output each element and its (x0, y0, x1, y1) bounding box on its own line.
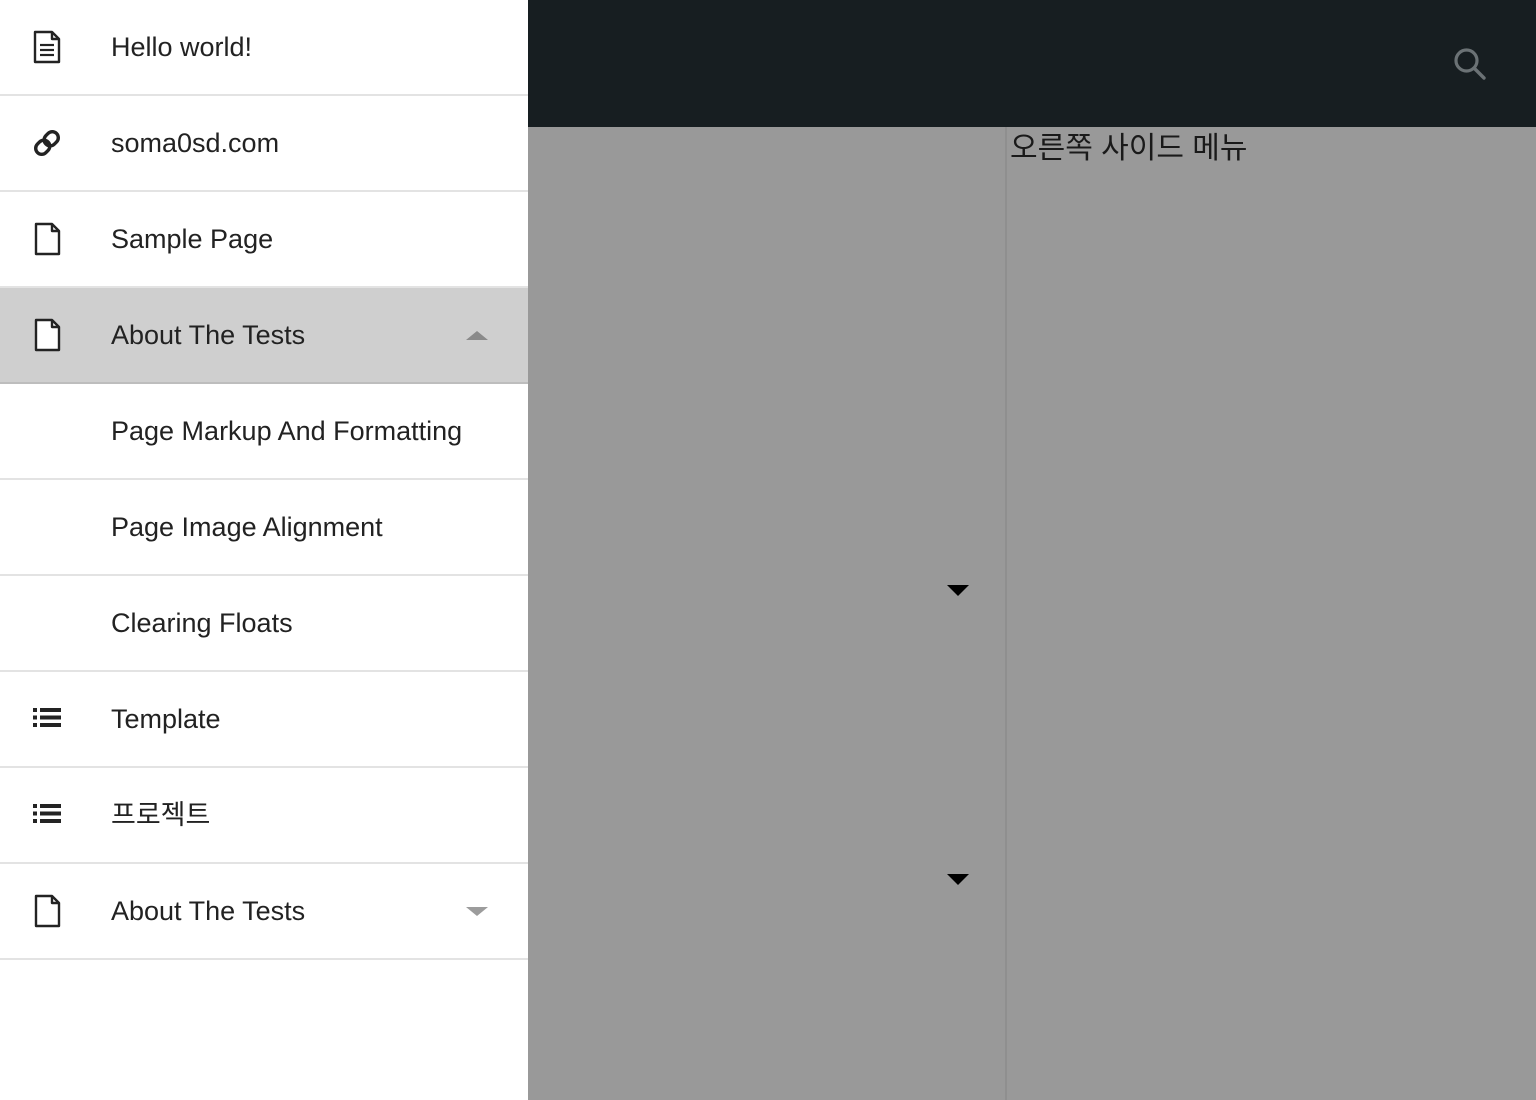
chevron-up-icon[interactable] (464, 322, 490, 348)
list-icon (27, 795, 67, 835)
chevron-down-icon[interactable] (947, 874, 969, 885)
chevron-down-icon[interactable] (947, 585, 969, 596)
menu-item-7[interactable]: Clearing Floats (0, 576, 528, 672)
menu-item-label: Page Image Alignment (111, 511, 383, 542)
menu-item-4[interactable]: About The Tests (0, 288, 528, 384)
side-navigation-menu[interactable]: Hello world! soma0sd.com Sample Page About … (0, 0, 528, 1100)
chevron-up-icon-glyph (466, 330, 488, 340)
menu-item-label: 프로젝트 (111, 799, 211, 830)
chevron-down-icon[interactable] (464, 898, 490, 924)
search-icon[interactable] (1446, 40, 1494, 88)
chevron-down-icon-glyph (466, 906, 488, 916)
right-sidebar-title: 오른쪽 사이드 메뉴 (1010, 132, 1248, 165)
menu-item-10[interactable]: About The Tests (0, 864, 528, 960)
menu-item-6[interactable]: Page Image Alignment (0, 480, 528, 576)
menu-item-3[interactable]: Sample Page (0, 192, 528, 288)
menu-item-label: Template (111, 703, 221, 734)
page-icon (27, 219, 67, 259)
page-icon (27, 315, 67, 355)
page-root: 오른쪽 사이드 메뉴 Hello world! soma0sd.com Sample… (0, 0, 1536, 1100)
menu-item-5[interactable]: Page Markup And Formatting (0, 384, 528, 480)
article-icon (27, 27, 67, 67)
menu-item-8[interactable]: Template (0, 672, 528, 768)
menu-item-1[interactable]: Hello world! (0, 0, 528, 96)
list-icon (27, 699, 67, 739)
side-menu-empty-area (0, 960, 528, 1100)
menu-item-label: Page Markup And Formatting (111, 415, 463, 446)
menu-item-2[interactable]: soma0sd.com (0, 96, 528, 192)
menu-item-label: Hello world! (111, 31, 253, 62)
menu-item-label: Sample Page (111, 223, 274, 254)
menu-item-label: soma0sd.com (111, 127, 280, 158)
link-icon (27, 123, 67, 163)
page-icon (27, 891, 67, 931)
menu-item-label: About The Tests (111, 895, 306, 926)
menu-item-label: About The Tests (111, 319, 306, 350)
menu-item-9[interactable]: 프로젝트 (0, 768, 528, 864)
content-column-right: 오른쪽 사이드 메뉴 (1007, 127, 1536, 1100)
menu-item-label: Clearing Floats (111, 607, 293, 638)
